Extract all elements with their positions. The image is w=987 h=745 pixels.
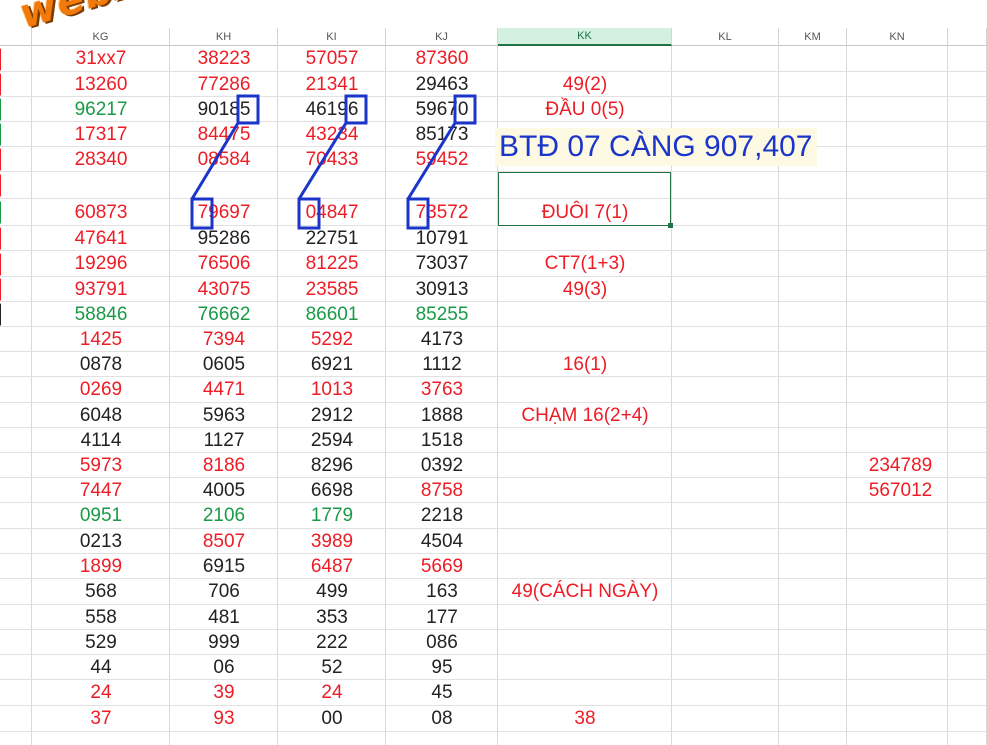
highlight-box: [236, 94, 260, 125]
highlight-box: [344, 94, 368, 125]
highlight-box: [190, 197, 214, 230]
connector-line: [406, 122, 457, 200]
highlight-box: [297, 197, 321, 230]
connector-line: [297, 122, 348, 200]
connector-line: [190, 122, 240, 200]
blue-annotation-overlay: [190, 94, 477, 230]
highlight-box: [453, 94, 477, 125]
highlight-box: [406, 197, 430, 230]
